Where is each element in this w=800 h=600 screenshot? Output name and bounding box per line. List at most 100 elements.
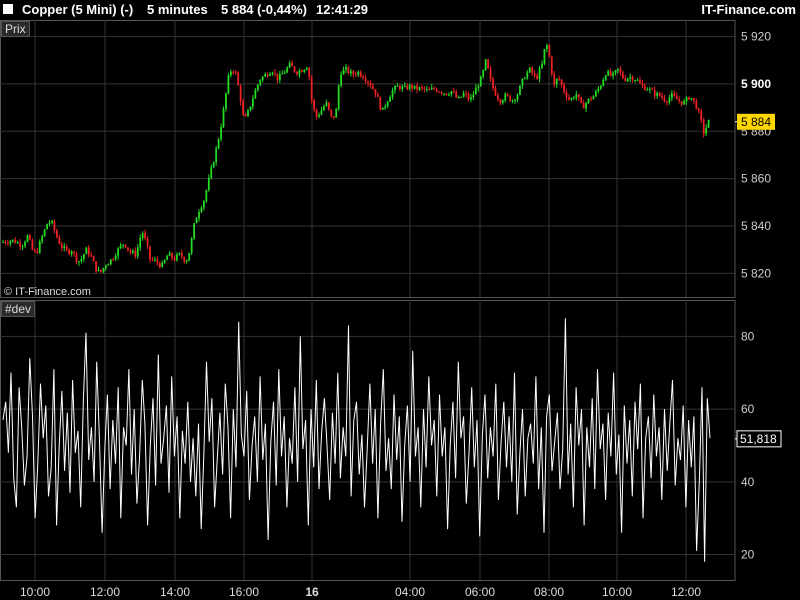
candle-body [56, 230, 58, 238]
candle-body [641, 83, 644, 86]
candle-body [97, 269, 100, 272]
candle-body [678, 99, 681, 102]
candle-body [158, 262, 161, 268]
candle-body [112, 259, 115, 261]
candle-body [582, 103, 585, 109]
candle-body [653, 89, 656, 96]
x-tick-label: 14:00 [160, 585, 190, 599]
candle-body [43, 229, 46, 237]
candle-body [538, 68, 541, 79]
candle-body [560, 79, 563, 85]
candle-body [122, 244, 124, 246]
dev-tick-label: 80 [741, 329, 755, 343]
candle-body [212, 162, 215, 168]
candle-body [301, 70, 303, 73]
candle-body [570, 98, 573, 100]
candle-body [63, 246, 66, 249]
grid-lines [0, 20, 736, 581]
candle-body [232, 71, 235, 73]
candle-body [688, 97, 690, 100]
candle-body [634, 80, 636, 82]
candle-body [46, 223, 48, 230]
candle-body [205, 190, 208, 202]
candle-body [438, 91, 440, 93]
price-candles [2, 43, 710, 274]
candle-body [484, 59, 487, 71]
candle-body [24, 241, 26, 247]
candle-body [227, 75, 230, 94]
candle-body [124, 244, 127, 248]
candle-body [60, 244, 63, 249]
candle-body [178, 252, 181, 255]
candle-body [367, 81, 369, 84]
candle-body [354, 74, 357, 76]
candle-body [173, 258, 176, 261]
candle-body [252, 98, 254, 107]
candle-body [467, 94, 470, 100]
candle-body [119, 245, 122, 249]
candle-body [386, 101, 389, 107]
candle-body [435, 88, 438, 92]
candle-body [445, 93, 448, 96]
candle-body [587, 98, 590, 103]
candle-body [624, 78, 627, 81]
candle-body [29, 235, 31, 240]
candle-body [310, 77, 313, 101]
candle-body [171, 253, 173, 259]
x-tick-label: 10:00 [602, 585, 632, 599]
chart-canvas[interactable]: 10:00 12:00 14:00 16:00 16 04:00 06:00 08:00 10:… [0, 0, 800, 600]
candle-body [443, 93, 445, 95]
candle-body [21, 246, 24, 248]
candle-body [394, 86, 396, 91]
candle-body [198, 211, 200, 219]
candle-body [68, 249, 71, 255]
candle-body [168, 253, 171, 256]
candle-body [631, 76, 634, 81]
candle-body [543, 49, 546, 64]
candle-body [516, 94, 519, 100]
candle-body [249, 106, 252, 111]
candle-body [335, 109, 338, 118]
candle-body [31, 239, 34, 250]
candle-body [528, 67, 531, 73]
candle-body [19, 242, 22, 247]
candle-body [75, 253, 78, 263]
candle-body [690, 97, 693, 100]
candle-body [511, 100, 514, 102]
candle-body [621, 72, 624, 79]
candle-body [127, 247, 129, 250]
candle-body [364, 78, 367, 82]
candle-body [51, 221, 53, 223]
candle-body [337, 85, 340, 110]
candle-body [372, 86, 374, 90]
candle-body [663, 97, 666, 102]
candle-body [239, 85, 242, 103]
x-tick-label: 12:00 [671, 585, 701, 599]
candle-body [105, 265, 107, 268]
candle-body [477, 86, 480, 88]
candle-body [131, 250, 134, 253]
candle-body [577, 94, 580, 98]
dev-panel-label: #dev [1, 301, 36, 317]
candle-body [16, 242, 19, 244]
candle-body [291, 62, 293, 67]
candle-body [396, 85, 399, 87]
candle-body [359, 71, 362, 77]
candle-body [646, 89, 649, 91]
candle-body [222, 108, 225, 127]
candle-body [298, 70, 301, 75]
candle-body [176, 254, 178, 261]
candle-body [180, 252, 183, 258]
watermark: © IT-Finance.com [4, 286, 91, 298]
candle-body [166, 255, 169, 260]
candle-body [680, 101, 683, 105]
candle-body [151, 259, 154, 261]
candle-body [78, 261, 80, 263]
candle-body [259, 80, 262, 85]
candle-body [210, 167, 213, 178]
candle-body [109, 259, 112, 265]
candle-body [271, 72, 274, 75]
candle-body [38, 241, 41, 253]
candle-body [705, 127, 708, 134]
candle-body [315, 109, 318, 117]
